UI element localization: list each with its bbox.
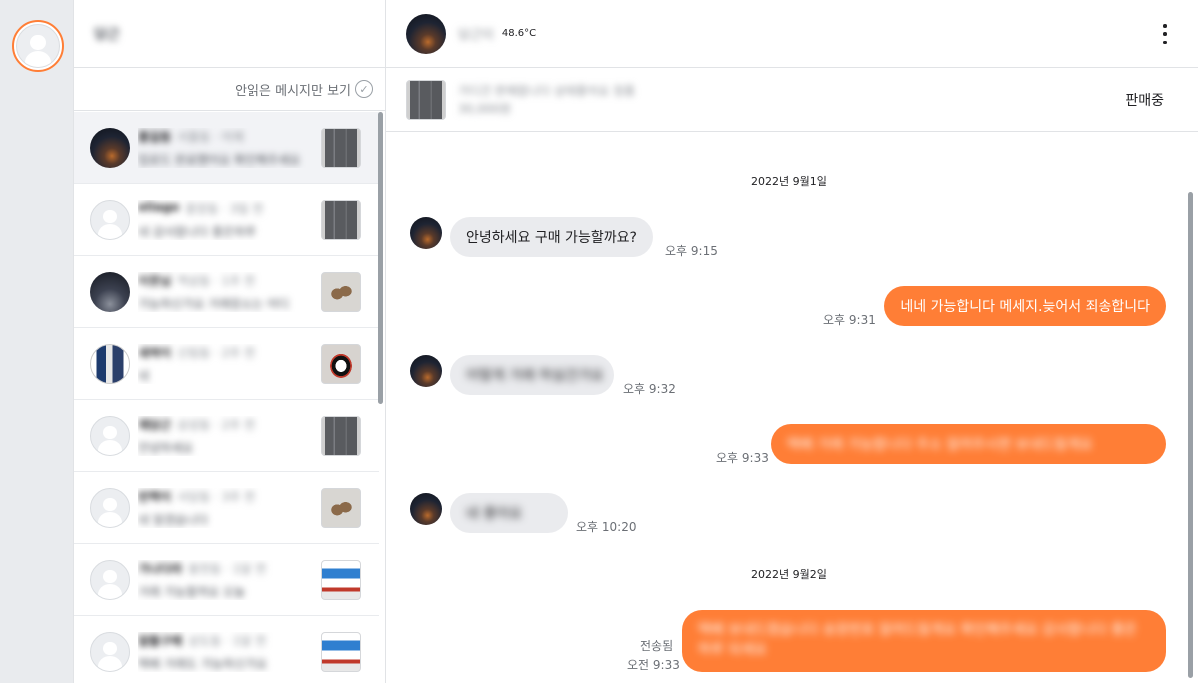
product-thumbnail [321,127,361,168]
partner-avatar-small[interactable] [410,493,442,525]
chat-header: 당근이 48.6°C [386,0,1198,68]
message-time: 오후 9:32 [623,382,676,396]
product-thumbnail [321,271,361,312]
chat-room-meta: 사당동 · 3주 전 [177,489,256,504]
product-thumbnail [406,79,446,120]
chat-room-name: 재당근 [138,417,172,432]
message-bubble-outgoing: 네네 가능합니다 메세지.늦어서 죄송합니다 [884,286,1166,326]
message-time: 오후 10:20 [576,520,637,534]
message-bubble-incoming: 네 좋아요 [450,493,568,533]
chat-room-text: 이웃님 역삼동 · 1주 전가능하신가요 거래장소는 어디 [138,272,321,312]
chat-room-item[interactable]: 홍길동 서울동 · 어제업로드 완료했어요 확인해주세요 [74,112,379,184]
check-circle-icon[interactable]: ✓ [355,80,373,98]
chat-room-name: eliago [138,199,180,214]
chat-room-text: 재당근 삼성동 · 2주 전안녕하세요 [138,416,321,456]
chat-room-meta: 역삼동 · 1주 전 [177,273,256,288]
chat-room-text: eliago 중앙동 · 3일 전네 감사합니다 좋은하루 [138,200,321,240]
chat-room-preview: 네 [138,368,150,383]
chat-room-item[interactable]: 새싹이 신림동 · 2주 전네 [74,328,379,400]
product-text: 가디건 판매합니다 상태좋아요 정품 30,000원 [458,82,635,118]
chat-scrollbar[interactable] [1188,192,1193,678]
chat-list-panel: 당근 안읽은 메시지만 보기 ✓ 홍길동 서울동 · 어제업로드 완료했어요 확인… [74,0,386,683]
chat-room-item[interactable]: 반짝이 사당동 · 3주 전네 알겠습니다 [74,472,379,544]
user-avatar [90,559,130,600]
left-rail [0,0,74,683]
product-thumbnail [321,487,361,528]
chat-room-text: 새싹이 신림동 · 2주 전네 [138,344,321,384]
chat-room-name: 가나다라 [138,561,183,576]
user-avatar [90,415,130,456]
chat-room-text: 홍길동 서울동 · 어제업로드 완료했어요 확인해주세요 [138,128,321,168]
more-options-icon[interactable] [1158,24,1172,44]
product-status: 판매중 [1125,93,1164,109]
partner-avatar-small[interactable] [410,217,442,249]
chat-room-preview: 네 알겠습니다 [138,512,209,527]
partner-name[interactable]: 당근이 [458,24,494,43]
unread-filter[interactable]: 안읽은 메시지만 보기 ✓ [74,68,385,111]
partner-avatar[interactable] [406,13,446,54]
chat-room-text: 반짝이 사당동 · 3주 전네 알겠습니다 [138,488,321,528]
chat-room-item[interactable]: eliago 중앙동 · 3일 전네 감사합니다 좋은하루 [74,184,379,256]
user-avatar [90,271,130,312]
message-bubble-incoming: 안녕하세요 구매 가능할까요? [450,217,653,257]
chat-room-meta: 신림동 · 2주 전 [177,345,256,360]
user-avatar [90,343,130,384]
chat-room-text: 알뜰구매 상도동 · 1달 전택배 거래도 가능하신가요 [138,632,321,672]
manner-temperature: 48.6°C [501,28,537,39]
chat-room-name: 반짝이 [138,489,172,504]
user-avatar [90,199,130,240]
my-profile-avatar[interactable] [12,20,64,72]
product-thumbnail [321,415,361,456]
user-avatar [90,631,130,672]
product-thumbnail [321,199,361,240]
chat-room-name: 홍길동 [138,129,172,144]
chat-room-text: 가나다라 봉천동 · 1달 전거래 가능할까요 오늘 [138,560,321,600]
chat-room-name: 이웃님 [138,273,172,288]
product-info-bar[interactable]: 가디건 판매합니다 상태좋아요 정품 30,000원 판매중 [386,68,1198,132]
message-time: 오후 9:33 [716,451,769,465]
date-separator: 2022년 9월2일 [751,568,827,581]
message-time: 오전 9:33 [627,658,680,672]
list-header: 당근 [74,0,385,68]
partner-avatar-small[interactable] [410,355,442,387]
chat-room-meta: 중앙동 · 3일 전 [185,201,264,216]
chat-room-item[interactable]: 이웃님 역삼동 · 1주 전가능하신가요 거래장소는 어디 [74,256,379,328]
account-name: 당근 [94,26,120,43]
message-bubble-outgoing: 택배 보내드렸습니다 송장번호 알려드릴게요 확인해주세요 감사합니다 좋은 하… [682,610,1166,672]
message-time: 오후 9:31 [823,313,876,327]
chat-room-meta: 서울동 · 어제 [177,129,244,144]
chat-room-meta: 상도동 · 1달 전 [188,633,267,648]
unread-filter-label: 안읽은 메시지만 보기 [235,83,351,99]
chat-room-item[interactable]: 알뜰구매 상도동 · 1달 전택배 거래도 가능하신가요 [74,616,379,683]
chat-room-item[interactable]: 재당근 삼성동 · 2주 전안녕하세요 [74,400,379,472]
chat-room-preview: 택배 거래도 가능하신가요 [138,656,268,671]
chat-room-preview: 업로드 완료했어요 확인해주세요 [138,152,301,167]
chat-room-preview: 안녕하세요 [138,440,194,455]
product-title: 가디건 판매합니다 상태좋아요 정품 [458,83,636,98]
message-time: 오후 9:15 [665,244,718,258]
product-thumbnail [321,343,361,384]
chat-room-name: 알뜰구매 [138,633,183,648]
chat-room-name: 새싹이 [138,345,172,360]
chat-room-item[interactable]: 가나다라 봉천동 · 1달 전거래 가능할까요 오늘 [74,544,379,616]
user-avatar [90,487,130,528]
chat-room-preview: 네 감사합니다 좋은하루 [138,224,257,239]
user-icon [16,24,60,68]
chat-room-meta: 봉천동 · 1달 전 [188,561,267,576]
message-bubble-outgoing: 택배 거래 가능합니다 주소 알려주시면 보내드릴게요 [771,424,1166,464]
chat-room-list: 홍길동 서울동 · 어제업로드 완료했어요 확인해주세요 eliago 중앙동 · 3… [74,112,379,683]
user-avatar [90,127,130,168]
chat-room-preview: 거래 가능할까요 오늘 [138,584,245,599]
message-bubble-incoming: 어떻게 거래 하실건가요 [450,355,614,395]
chat-room-preview: 가능하신가요 거래장소는 어디 [138,296,290,311]
product-price: 30,000원 [458,101,512,116]
message-sent-status: 전송됨 [640,639,674,653]
product-thumbnail [321,559,361,600]
date-separator: 2022년 9월1일 [751,175,827,188]
product-thumbnail [321,631,361,672]
chat-room-meta: 삼성동 · 2주 전 [177,417,256,432]
chat-list-scrollbar[interactable] [378,112,383,404]
